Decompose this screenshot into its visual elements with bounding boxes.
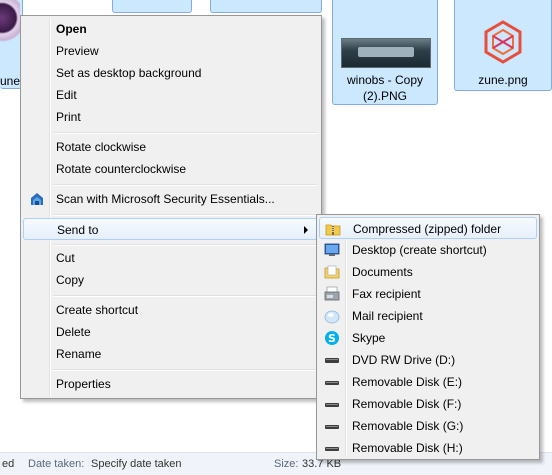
menu-separator <box>53 132 317 134</box>
menu-item-label: Skype <box>352 331 386 345</box>
send-to-removable-disk-e[interactable]: Removable Disk (E:) <box>319 371 537 393</box>
file-tile-zune[interactable]: zune.png <box>454 0 552 91</box>
menu-item-label: Desktop (create shortcut) <box>352 243 487 257</box>
send-to-documents[interactable]: Documents <box>319 261 537 283</box>
svg-text:S: S <box>328 332 336 345</box>
menu-separator <box>53 214 317 216</box>
menu-item-label: Mail recipient <box>352 309 423 323</box>
menu-item-create-shortcut[interactable]: Create shortcut <box>23 299 319 321</box>
menu-item-open[interactable]: Open <box>23 18 319 40</box>
file-tile[interactable] <box>112 0 192 13</box>
menu-item-label: Set as desktop background <box>56 66 202 80</box>
menu-item-label: Send to <box>57 223 99 237</box>
send-to-desktop[interactable]: Desktop (create shortcut) <box>319 239 537 261</box>
date-taken-label: Date taken: <box>28 458 85 470</box>
menu-item-edit[interactable]: Edit <box>23 84 319 106</box>
menu-item-label: Open <box>56 22 87 36</box>
menu-separator <box>53 244 317 246</box>
menu-item-label: Removable Disk (F:) <box>352 397 462 411</box>
file-label: winobs - Copy (2).PNG <box>346 73 424 103</box>
menu-item-label: Cut <box>56 251 75 265</box>
file-label: zune.png <box>478 73 528 87</box>
send-to-removable-disk-h[interactable]: Removable Disk (H:) <box>319 437 537 459</box>
mail-icon <box>324 310 340 324</box>
removable-disk-icon <box>325 381 339 385</box>
dvd-drive-icon <box>325 358 339 363</box>
menu-item-label: Removable Disk (E:) <box>352 375 463 389</box>
menu-item-preview[interactable]: Preview <box>23 40 319 62</box>
removable-disk-icon <box>325 447 339 451</box>
menu-item-delete[interactable]: Delete <box>23 321 319 343</box>
send-to-removable-disk-f[interactable]: Removable Disk (F:) <box>319 393 537 415</box>
menu-item-label: Rename <box>56 347 102 361</box>
menu-item-label: Properties <box>56 377 111 391</box>
size-label: Size: <box>274 458 299 470</box>
context-menu: Open Preview Set as desktop background E… <box>20 15 322 399</box>
menu-item-send-to[interactable]: Send to <box>23 218 319 240</box>
menu-item-rotate-clockwise[interactable]: Rotate clockwise <box>23 136 319 158</box>
send-to-fax[interactable]: Fax recipient <box>319 283 537 305</box>
menu-item-label: Create shortcut <box>56 303 139 317</box>
shield-icon <box>31 193 43 205</box>
menu-item-label: Rotate counterclockwise <box>56 162 187 176</box>
menu-item-label: Rotate clockwise <box>56 140 147 154</box>
itunes-icon <box>0 0 20 60</box>
send-to-compressed-folder[interactable]: Compressed (zipped) folder <box>319 217 537 239</box>
menu-item-cut[interactable]: Cut <box>23 247 319 269</box>
menu-item-scan-mse[interactable]: Scan with Microsoft Security Essentials.… <box>23 188 319 210</box>
menu-separator <box>53 184 317 186</box>
menu-item-copy[interactable]: Copy <box>23 269 319 291</box>
removable-disk-icon <box>325 403 339 407</box>
menu-item-label: Removable Disk (G:) <box>352 419 464 433</box>
zune-logo-icon <box>484 20 522 64</box>
menu-item-label: Edit <box>56 88 77 102</box>
menu-item-label: Compressed (zipped) folder <box>353 222 502 236</box>
menu-item-set-desktop-background[interactable]: Set as desktop background <box>23 62 319 84</box>
menu-item-label: Removable Disk (H:) <box>352 441 463 455</box>
skype-icon: S <box>325 331 339 345</box>
send-to-submenu: Compressed (zipped) folder Desktop (crea… <box>316 214 540 460</box>
send-to-skype[interactable]: S Skype <box>319 327 537 349</box>
send-to-mail[interactable]: Mail recipient <box>319 305 537 327</box>
zip-folder-icon <box>325 224 341 236</box>
menu-item-label: Copy <box>56 273 85 287</box>
menu-item-label: Fax recipient <box>352 287 421 301</box>
menu-item-rename[interactable]: Rename <box>23 343 319 365</box>
menu-item-rotate-counterclockwise[interactable]: Rotate counterclockwise <box>23 158 319 180</box>
removable-disk-icon <box>325 425 339 429</box>
image-thumbnail <box>341 38 431 68</box>
menu-item-properties[interactable]: Properties <box>23 373 319 395</box>
status-fragment: ed <box>2 458 15 470</box>
menu-separator <box>53 295 317 297</box>
menu-item-print[interactable]: Print <box>23 106 319 128</box>
submenu-arrow-icon <box>304 226 308 234</box>
date-taken-value[interactable]: Specify date taken <box>91 458 182 470</box>
menu-separator <box>53 369 317 371</box>
menu-item-label: DVD RW Drive (D:) <box>352 353 456 367</box>
send-to-dvd-drive[interactable]: DVD RW Drive (D:) <box>319 349 537 371</box>
send-to-removable-disk-g[interactable]: Removable Disk (G:) <box>319 415 537 437</box>
file-tile[interactable] <box>210 0 322 13</box>
menu-item-label: Scan with Microsoft Security Essentials.… <box>56 192 275 206</box>
file-tile-winobs[interactable]: winobs - Copy (2).PNG <box>332 0 438 105</box>
desktop-icon <box>324 243 340 256</box>
menu-item-label: Print <box>56 110 81 124</box>
documents-icon <box>324 265 340 279</box>
menu-item-label: Documents <box>352 265 413 279</box>
menu-item-label: Delete <box>56 325 91 339</box>
menu-item-label: Preview <box>56 44 99 58</box>
fax-icon <box>324 286 340 301</box>
